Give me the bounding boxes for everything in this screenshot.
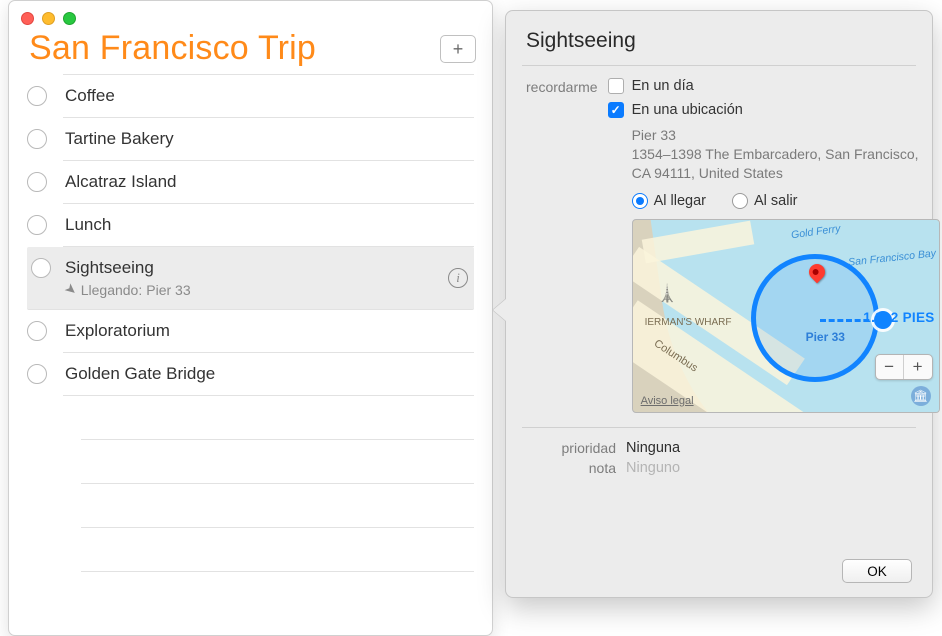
at-location-checkbox[interactable] (608, 102, 624, 118)
leaving-option[interactable]: Al salir (732, 193, 798, 209)
reminder-title: Tartine Bakery (65, 129, 174, 149)
list-item[interactable]: Tartine Bakery (63, 118, 474, 161)
complete-toggle[interactable] (27, 364, 47, 384)
reminder-subtitle: ➤ Llegando: Pier 33 (65, 281, 474, 298)
empty-row (81, 396, 474, 440)
complete-toggle[interactable] (27, 321, 47, 341)
list-item[interactable]: Lunch (63, 204, 474, 247)
landmark-icon: 🗼 (657, 284, 678, 304)
at-location-label: En una ubicación (632, 102, 743, 118)
empty-row (81, 440, 474, 484)
reminder-title: Golden Gate Bridge (65, 364, 215, 384)
leaving-radio[interactable] (732, 193, 748, 209)
reminder-title: Exploratorium (65, 321, 170, 341)
window-controls (9, 1, 492, 25)
map-label: IERMAN'S WHARF (645, 318, 732, 328)
on-a-day-checkbox[interactable] (608, 78, 624, 94)
list-item[interactable]: Golden Gate Bridge (63, 353, 474, 396)
info-button[interactable]: i (448, 268, 468, 288)
zoom-out-button[interactable]: − (876, 355, 904, 379)
list-item[interactable]: Alcatraz Island (63, 161, 474, 204)
reminders-list: Coffee Tartine Bakery Alcatraz Island Lu… (9, 74, 492, 572)
radius-label: 1.312 PIES (863, 310, 934, 325)
priority-label: prioridad (526, 440, 616, 456)
add-reminder-button[interactable]: + (440, 35, 476, 63)
map-zoom-control: − + (875, 354, 933, 380)
complete-toggle[interactable] (27, 215, 47, 235)
location-icon: ➤ (61, 279, 81, 300)
ok-button[interactable]: OK (842, 559, 912, 583)
list-title: San Francisco Trip (29, 29, 316, 68)
location-address: Pier 33 1354–1398 The Embarcadero, San F… (632, 126, 940, 183)
list-item[interactable]: Exploratorium (63, 310, 474, 353)
details-popover: Sightseeing recordarme En un día En una … (505, 10, 933, 598)
panel-title: Sightseeing (526, 29, 912, 53)
empty-row (81, 528, 474, 572)
reminders-window: San Francisco Trip + Coffee Tartine Bake… (8, 0, 493, 636)
list-item[interactable]: Coffee (63, 74, 474, 118)
on-a-day-label: En un día (632, 78, 694, 94)
popover-pointer (493, 299, 506, 321)
museum-poi-icon: 🏛 (911, 386, 931, 406)
reminder-title: Coffee (65, 86, 115, 106)
empty-row (81, 484, 474, 528)
note-label: nota (526, 460, 616, 476)
map-legal-link[interactable]: Aviso legal (641, 395, 694, 407)
reminder-title: Sightseeing (65, 258, 154, 277)
location-map[interactable]: 🗼 IERMAN'S WHARF Columbus Gold Ferry San… (632, 219, 940, 413)
complete-toggle[interactable] (27, 172, 47, 192)
remind-me-label: recordarme (526, 78, 598, 95)
note-field[interactable]: Ninguno (626, 460, 680, 476)
reminder-title: Alcatraz Island (65, 172, 177, 192)
complete-toggle[interactable] (27, 86, 47, 106)
complete-toggle[interactable] (31, 258, 51, 278)
close-icon[interactable] (21, 12, 34, 25)
complete-toggle[interactable] (27, 129, 47, 149)
reminder-title: Lunch (65, 215, 111, 235)
arriving-option[interactable]: Al llegar (632, 193, 706, 209)
zoom-icon[interactable] (63, 12, 76, 25)
priority-value[interactable]: Ninguna (626, 440, 680, 456)
minimize-icon[interactable] (42, 12, 55, 25)
zoom-in-button[interactable]: + (904, 355, 932, 379)
map-pier-label: Pier 33 (806, 330, 845, 344)
list-item-selected[interactable]: Sightseeing ➤ Llegando: Pier 33 i (27, 247, 474, 310)
arriving-radio[interactable] (632, 193, 648, 209)
